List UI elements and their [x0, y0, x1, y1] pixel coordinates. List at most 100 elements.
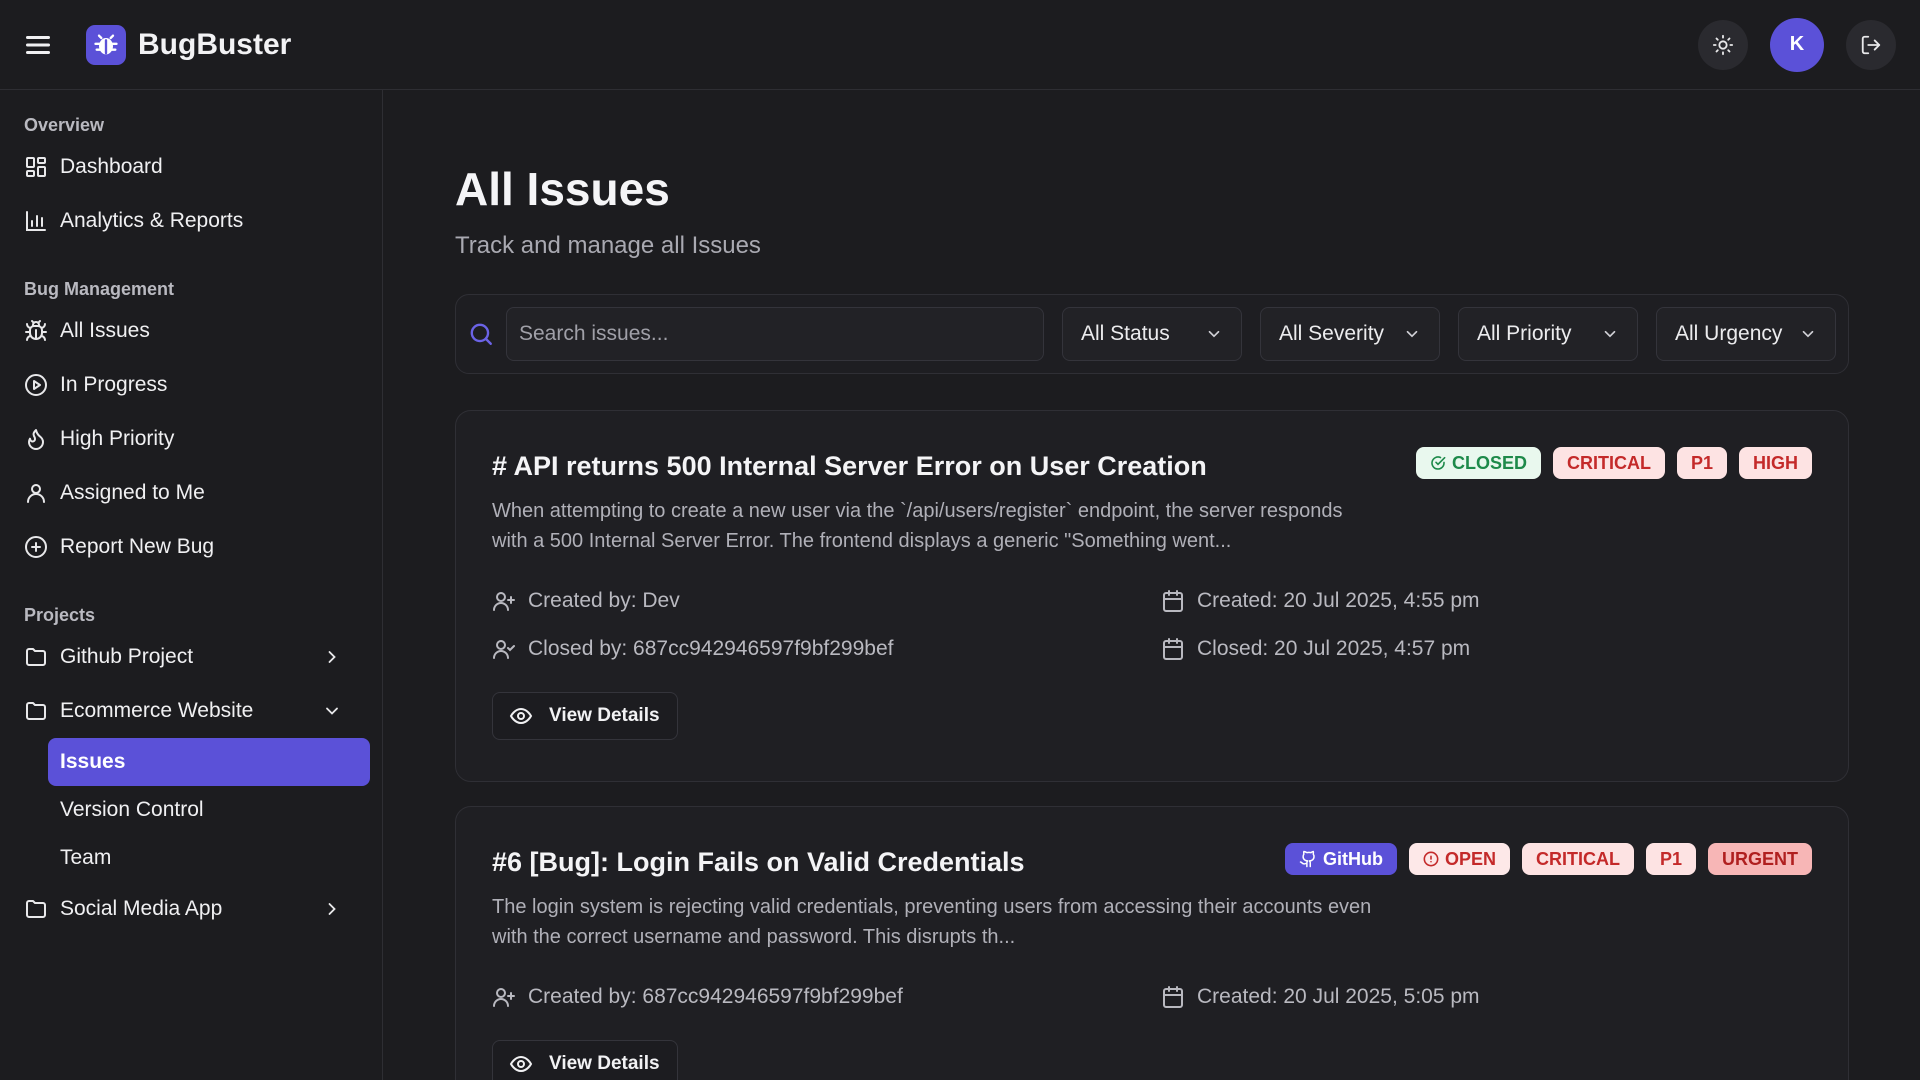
chevron-down-icon: [1208, 330, 1220, 338]
sidebar-item-dashboard[interactable]: Dashboard: [12, 140, 370, 194]
folder-icon: [26, 702, 46, 720]
sidebar-item-label: High Priority: [60, 427, 175, 450]
issue-description: The login system is rejecting valid cred…: [492, 896, 1372, 948]
select-value: All Urgency: [1675, 322, 1783, 345]
urgency-badge: URGENT: [1708, 843, 1812, 875]
sidebar-item-label: Report New Bug: [60, 535, 215, 558]
dashboard-icon: [26, 157, 46, 177]
status-badge-open: OPEN: [1408, 843, 1510, 875]
sun-icon: [1712, 34, 1734, 55]
sidebar-item-label: Assigned to Me: [60, 481, 205, 504]
logout-button[interactable]: [1846, 19, 1896, 70]
eye-icon: [509, 707, 533, 725]
check-circle-icon: [1431, 456, 1446, 470]
github-badge[interactable]: GitHub: [1284, 843, 1397, 875]
created-by: Created by: 687cc942946597f9bf299bef: [492, 984, 1161, 1010]
calendar-icon: [1163, 590, 1183, 612]
top-bar: BugBuster K: [0, 0, 1920, 90]
sidebar-subitem-version-control[interactable]: Version Control: [48, 786, 370, 834]
issue-card: # API returns 500 Internal Server Error …: [455, 410, 1849, 782]
brand[interactable]: BugBuster: [86, 24, 292, 65]
issue-title[interactable]: #6 [Bug]: Login Fails on Valid Credentia…: [492, 847, 1025, 878]
sidebar-item-label: All Issues: [60, 319, 150, 342]
section-label-projects: Projects: [24, 604, 96, 625]
created-by: Created by: Dev: [492, 588, 1161, 614]
chevron-right-icon: [328, 903, 336, 915]
select-value: All Severity: [1279, 322, 1385, 345]
urgency-filter-select[interactable]: All Urgency: [1656, 307, 1836, 361]
main-content: All Issues Track and manage all Issues A…: [384, 90, 1920, 1080]
search-input[interactable]: [506, 307, 1044, 361]
created-at: Created: 20 Jul 2025, 4:55 pm: [1161, 588, 1721, 614]
bar-chart-icon: [26, 211, 46, 231]
chevron-down-icon: [326, 707, 338, 715]
view-details-button[interactable]: View Details: [492, 692, 678, 740]
calendar-icon: [1163, 638, 1183, 660]
calendar-icon: [1163, 986, 1183, 1008]
sidebar-item-assigned-to-me[interactable]: Assigned to Me: [12, 466, 370, 520]
plus-circle-icon: [25, 536, 47, 558]
flame-icon: [28, 429, 44, 450]
sidebar-project-label: Social Media App: [60, 897, 223, 920]
severity-filter-select[interactable]: All Severity: [1260, 307, 1440, 361]
sidebar-item-high-priority[interactable]: High Priority: [12, 412, 370, 466]
sidebar-project-social-media-app[interactable]: Social Media App: [12, 882, 370, 936]
sidebar-item-label: Dashboard: [60, 155, 163, 178]
sidebar-subitem-issues[interactable]: Issues: [48, 738, 370, 786]
section-label-bug-management: Bug Management: [24, 278, 175, 299]
avatar[interactable]: K: [1770, 17, 1824, 72]
user-plus-icon: [493, 988, 515, 1007]
github-icon: [1299, 850, 1315, 868]
sidebar-item-all-issues[interactable]: All Issues: [12, 304, 370, 358]
sidebar-item-label: Analytics & Reports: [60, 209, 244, 232]
sidebar-project-label: Github Project: [60, 645, 194, 668]
menu-icon[interactable]: [24, 31, 52, 59]
page-title: All Issues: [455, 163, 670, 215]
search-icon: [470, 323, 492, 345]
bug-icon: [25, 320, 47, 341]
user-icon: [27, 484, 45, 503]
filter-bar: All Status All Severity All Priority All…: [455, 294, 1849, 374]
select-value: All Priority: [1477, 322, 1572, 345]
priority-badge: P1: [1645, 843, 1696, 875]
user-check-icon: [493, 640, 515, 659]
chevron-down-icon: [1406, 330, 1418, 338]
sidebar-item-analytics[interactable]: Analytics & Reports: [12, 194, 370, 248]
sidebar-project-ecommerce-website[interactable]: Ecommerce Website: [12, 684, 370, 738]
alert-circle-icon: [1423, 851, 1439, 867]
select-value: All Status: [1081, 322, 1170, 345]
eye-icon: [509, 1055, 533, 1073]
priority-badge: P1: [1676, 447, 1727, 479]
severity-badge: CRITICAL: [1521, 843, 1634, 875]
sidebar-project-github-project[interactable]: Github Project: [12, 630, 370, 684]
logout-icon: [1861, 35, 1881, 54]
theme-toggle-button[interactable]: [1698, 19, 1748, 70]
play-circle-icon: [25, 374, 47, 396]
created-at: Created: 20 Jul 2025, 5:05 pm: [1161, 984, 1721, 1010]
sidebar-item-report-new-bug[interactable]: Report New Bug: [12, 520, 370, 574]
page-subtitle: Track and manage all Issues: [455, 232, 761, 259]
folder-icon: [26, 900, 46, 918]
sidebar-item-in-progress[interactable]: In Progress: [12, 358, 370, 412]
status-badge-closed: CLOSED: [1415, 447, 1541, 479]
closed-at: Closed: 20 Jul 2025, 4:57 pm: [1161, 636, 1721, 662]
chevron-down-icon: [1604, 330, 1616, 338]
sidebar-item-label: In Progress: [60, 373, 168, 396]
bug-logo-icon: [86, 24, 126, 65]
issue-title[interactable]: # API returns 500 Internal Server Error …: [492, 451, 1207, 482]
status-filter-select[interactable]: All Status: [1062, 307, 1242, 361]
sidebar: Overview Dashboard Analytics & Reports B…: [0, 90, 383, 1080]
folder-icon: [26, 648, 46, 666]
sidebar-subitem-team[interactable]: Team: [48, 834, 370, 882]
priority-filter-select[interactable]: All Priority: [1458, 307, 1638, 361]
chevron-down-icon: [1802, 330, 1814, 338]
section-label-overview: Overview: [24, 114, 105, 135]
view-details-button[interactable]: View Details: [492, 1040, 678, 1080]
issue-description: When attempting to create a new user via…: [492, 500, 1343, 552]
closed-by: Closed by: 687cc942946597f9bf299bef: [492, 636, 1161, 662]
user-plus-icon: [493, 592, 515, 611]
chevron-right-icon: [328, 651, 336, 663]
issue-card: #6 [Bug]: Login Fails on Valid Credentia…: [455, 806, 1849, 1080]
app-name: BugBuster: [138, 27, 292, 61]
sidebar-project-label: Ecommerce Website: [60, 699, 254, 722]
